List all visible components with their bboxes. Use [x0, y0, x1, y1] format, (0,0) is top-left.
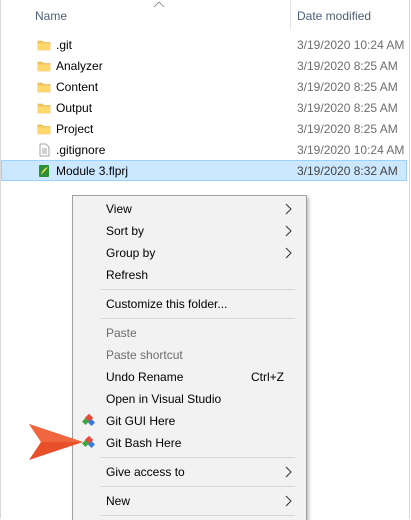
file-date: 3/19/2020 10:24 AM [297, 143, 405, 157]
file-date: 3/19/2020 8:25 AM [297, 80, 398, 94]
menu-separator [101, 457, 295, 458]
menu-item-label: Undo Rename [106, 370, 184, 384]
menu-item-give-access-to[interactable]: Give access to [73, 461, 306, 483]
menu-item-paste[interactable]: Paste [73, 322, 306, 344]
file-row-gitignore[interactable]: .gitignore 3/19/2020 10:24 AM [1, 139, 409, 160]
file-row-analyzer[interactable]: Analyzer 3/19/2020 8:25 AM [1, 55, 409, 76]
menu-item-label: Open in Visual Studio [106, 392, 222, 406]
menu-item-shortcut: Ctrl+Z [251, 370, 284, 384]
file-row-content[interactable]: Content 3/19/2020 8:25 AM [1, 76, 409, 97]
menu-item-git-bash-here[interactable]: Git Bash Here [73, 432, 306, 454]
file-row-git[interactable]: .git 3/19/2020 10:24 AM [1, 34, 409, 55]
pointer-arrow-icon [29, 424, 83, 460]
folder-icon [37, 61, 51, 72]
menu-item-sort-by[interactable]: Sort by [73, 220, 306, 242]
menu-item-open-in-visual-studio[interactable]: Open in Visual Studio [73, 388, 306, 410]
menu-item-new[interactable]: New [73, 490, 306, 512]
menu-separator [101, 515, 295, 516]
folder-icon [37, 82, 51, 93]
file-row-project[interactable]: Project 3/19/2020 8:25 AM [1, 118, 409, 139]
file-name: .git [56, 38, 73, 52]
menu-item-label: View [106, 202, 132, 216]
file-date: 3/19/2020 10:24 AM [297, 38, 405, 52]
menu-item-git-gui-here[interactable]: Git GUI Here [73, 410, 306, 432]
file-date: 3/19/2020 8:25 AM [297, 101, 398, 115]
menu-item-label: Paste [106, 326, 137, 340]
file-name: Module 3.flprj [56, 164, 129, 178]
file-list: .git 3/19/2020 10:24 AM Analyzer 3/19/20… [1, 34, 409, 181]
folder-icon [37, 103, 51, 114]
text-file-icon [39, 143, 50, 157]
menu-item-label: Git Bash Here [106, 436, 182, 450]
file-date: 3/19/2020 8:32 AM [297, 164, 398, 178]
menu-item-label: Refresh [106, 268, 149, 282]
column-divider[interactable] [290, 0, 291, 30]
chevron-right-icon [285, 203, 292, 215]
menu-item-group-by[interactable]: Group by [73, 242, 306, 264]
window-right-border [409, 0, 410, 519]
chevron-right-icon [285, 247, 292, 259]
menu-item-label: Customize this folder... [106, 297, 228, 311]
file-name: Output [56, 101, 93, 115]
file-name: Content [56, 80, 99, 94]
file-row-module-3-flprj[interactable]: Module 3.flprj 3/19/2020 8:32 AM [1, 160, 407, 181]
file-name: Project [56, 122, 94, 136]
context-menu: View Sort by Group by Refresh Customize … [72, 195, 307, 520]
menu-item-view[interactable]: View [73, 198, 306, 220]
menu-item-customize-folder[interactable]: Customize this folder... [73, 293, 306, 315]
menu-item-label: Sort by [106, 224, 145, 238]
menu-separator [101, 486, 295, 487]
menu-item-label: Give access to [106, 465, 185, 479]
file-row-output[interactable]: Output 3/19/2020 8:25 AM [1, 97, 409, 118]
column-date-modified-header[interactable]: Date modified [297, 9, 371, 23]
menu-item-undo-rename[interactable]: Undo Rename Ctrl+Z [73, 366, 306, 388]
chevron-right-icon [285, 225, 292, 237]
menu-item-label: Paste shortcut [106, 348, 183, 362]
menu-item-refresh[interactable]: Refresh [73, 264, 306, 286]
file-date: 3/19/2020 8:25 AM [297, 122, 398, 136]
menu-item-label: Group by [106, 246, 156, 260]
menu-item-paste-shortcut[interactable]: Paste shortcut [73, 344, 306, 366]
column-name-header[interactable]: Name [35, 9, 67, 23]
column-header: Name Date modified [1, 0, 409, 30]
menu-separator [101, 289, 295, 290]
folder-icon [37, 40, 51, 51]
flprj-file-icon [39, 165, 49, 177]
menu-item-label: Git GUI Here [106, 414, 176, 428]
file-name: Analyzer [56, 59, 103, 73]
sort-ascending-icon[interactable] [153, 0, 165, 10]
menu-separator [101, 318, 295, 319]
chevron-right-icon [285, 466, 292, 478]
file-name: .gitignore [56, 143, 106, 157]
menu-item-label: New [106, 494, 131, 508]
chevron-right-icon [285, 495, 292, 507]
file-date: 3/19/2020 8:25 AM [297, 59, 398, 73]
folder-icon [37, 124, 51, 135]
